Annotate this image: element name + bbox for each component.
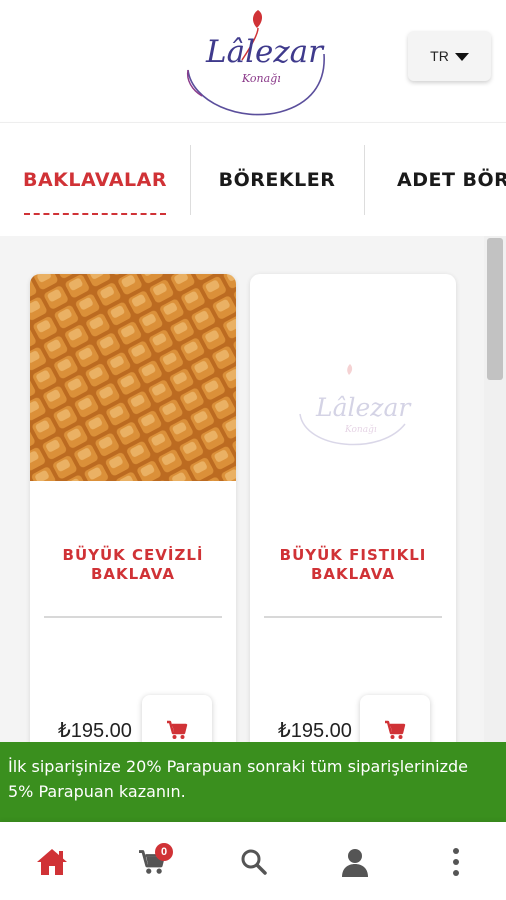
caret-down-icon <box>454 52 469 61</box>
user-icon <box>342 849 368 877</box>
header: Lâlezar Konağı TR <box>0 0 506 122</box>
search-icon <box>241 849 267 875</box>
promo-banner: İlk siparişinize 20% Parapuan sonraki tü… <box>0 742 506 822</box>
more-vertical-icon <box>453 848 459 876</box>
product-price: ₺195.00 <box>58 720 132 742</box>
language-label: TR <box>430 48 449 64</box>
language-selector[interactable]: TR <box>408 31 491 81</box>
product-grid[interactable]: BÜYÜK CEVİZLİ BAKLAVA ₺195.00 Lâlezar Ko… <box>0 236 506 742</box>
product-image-placeholder[interactable]: Lâlezar Konağı <box>250 274 456 481</box>
home-button[interactable] <box>32 842 72 882</box>
cart-icon <box>167 720 188 739</box>
scrollbar-thumb[interactable] <box>487 238 503 380</box>
tab-borekler[interactable]: BÖREKLER <box>190 123 364 236</box>
tab-adet-borek[interactable]: ADET BÖR <box>364 123 506 236</box>
promo-text: İlk siparişinize 20% Parapuan sonraki tü… <box>8 757 468 801</box>
tab-label: BAKLAVALAR <box>23 169 167 191</box>
brand-logo[interactable]: Lâlezar Konağı <box>180 4 330 120</box>
product-card[interactable]: BÜYÜK CEVİZLİ BAKLAVA ₺195.00 <box>30 274 236 742</box>
scrollbar[interactable] <box>484 236 506 742</box>
divider <box>44 616 222 618</box>
category-tabs: BAKLAVALAR BÖREKLER ADET BÖR <box>0 122 506 236</box>
product-image[interactable] <box>30 274 236 481</box>
svg-text:Konağı: Konağı <box>241 72 281 85</box>
add-to-cart-button[interactable] <box>360 695 430 742</box>
tab-baklavalar[interactable]: BAKLAVALAR <box>0 123 190 236</box>
svg-text:Lâlezar: Lâlezar <box>205 34 325 70</box>
product-name[interactable]: BÜYÜK CEVİZLİ BAKLAVA <box>30 546 236 584</box>
product-price: ₺195.00 <box>278 720 352 742</box>
bottom-nav: 0 <box>0 822 506 900</box>
divider <box>264 616 442 618</box>
more-button[interactable] <box>436 842 476 882</box>
svg-text:Konağı: Konağı <box>344 424 377 435</box>
tab-label: BÖREKLER <box>218 169 336 191</box>
account-button[interactable] <box>335 842 375 882</box>
cart-icon <box>385 720 406 739</box>
search-button[interactable] <box>234 842 274 882</box>
add-to-cart-button[interactable] <box>142 695 212 742</box>
cart-nav-button[interactable]: 0 <box>132 842 173 882</box>
product-card[interactable]: Lâlezar Konağı BÜYÜK FISTIKLI BAKLAVA ₺1… <box>250 274 456 742</box>
home-icon <box>37 849 67 875</box>
product-name[interactable]: BÜYÜK FISTIKLI BAKLAVA <box>250 546 456 584</box>
svg-text:Lâlezar: Lâlezar <box>315 393 412 422</box>
cart-count-badge: 0 <box>155 843 173 861</box>
tab-label: ADET BÖR <box>397 169 506 191</box>
